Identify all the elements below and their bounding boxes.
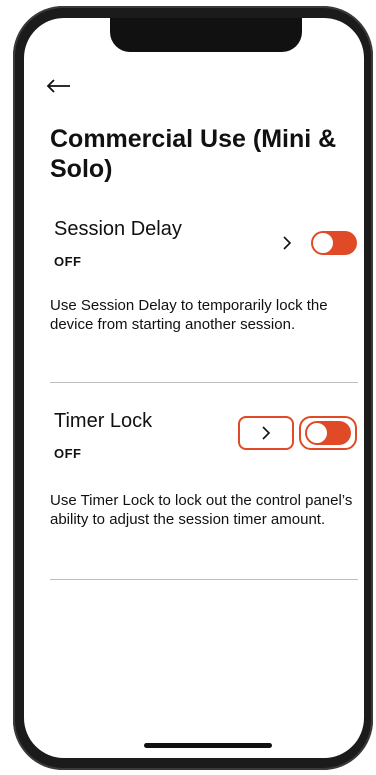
timer-lock-chevron-button[interactable] (238, 416, 294, 450)
chevron-right-icon (283, 236, 292, 250)
setting-status: OFF (54, 446, 82, 461)
setting-session-delay: Session Delay OFF Use Session Delay to t… (24, 218, 364, 388)
phone-notch (110, 18, 302, 52)
home-indicator[interactable] (144, 743, 272, 748)
setting-timer-lock: Timer Lock OFF Use Timer Lock to lock ou… (24, 410, 364, 580)
setting-description: Use Timer Lock to lock out the control p… (50, 492, 353, 528)
left-arrow-icon (46, 79, 70, 93)
setting-name: Timer Lock (54, 410, 153, 432)
toggle-knob (312, 232, 334, 254)
chevron-right-icon (262, 426, 271, 440)
session-delay-toggle[interactable] (311, 231, 357, 255)
setting-status: OFF (54, 254, 82, 269)
divider (50, 579, 358, 580)
toggle-knob (306, 422, 328, 444)
setting-description: Use Session Delay to temporarily lock th… (50, 297, 328, 333)
page-title: Commercial Use (Mini & Solo) (50, 125, 337, 183)
app-screen: Commercial Use (Mini & Solo) Session Del… (24, 18, 364, 758)
session-delay-chevron-button[interactable] (272, 228, 302, 258)
back-button[interactable] (46, 74, 76, 98)
divider (50, 382, 358, 383)
timer-lock-toggle[interactable] (305, 421, 351, 445)
setting-name: Session Delay (54, 218, 182, 240)
